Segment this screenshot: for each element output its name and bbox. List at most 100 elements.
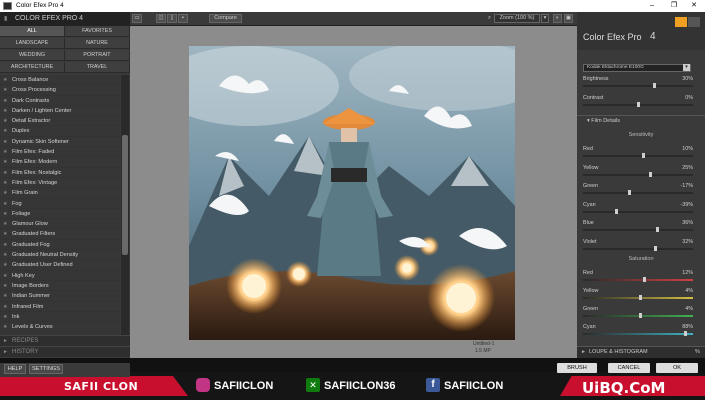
filter-item[interactable]: Graduated Fog: [0, 240, 120, 250]
filter-item[interactable]: Glamour Glow: [0, 219, 120, 230]
filter-item[interactable]: Infrared Film: [0, 302, 120, 312]
minimize-button[interactable]: –: [641, 0, 663, 12]
filter-item[interactable]: Film Efex: Modern: [0, 157, 120, 168]
category-portrait[interactable]: PORTRAIT: [65, 50, 130, 61]
filter-item[interactable]: Levels & Curves: [0, 322, 120, 333]
side-by-side-button[interactable]: ▯: [167, 14, 177, 23]
adjust-slider[interactable]: Violet 32%: [583, 239, 693, 253]
slider-knob[interactable]: [636, 102, 640, 107]
category-travel[interactable]: TRAVEL: [65, 62, 130, 73]
adjust-slider[interactable]: Cyan -39%: [583, 202, 693, 216]
preview-image[interactable]: [189, 46, 515, 340]
filter-item[interactable]: Detail Extractor: [0, 116, 120, 127]
zoom-icon: ⌕: [488, 15, 492, 21]
maximize-button[interactable]: ❐: [663, 0, 685, 12]
filter-item[interactable]: Film Efex: Faded: [0, 147, 120, 158]
slider-knob[interactable]: [641, 153, 645, 158]
filter-item[interactable]: Graduated Filters: [0, 229, 120, 240]
panel-toggle-icon[interactable]: [688, 17, 700, 27]
slider-knob[interactable]: [652, 83, 656, 88]
contrast-slider[interactable]: Contrast 0%: [583, 95, 693, 109]
slider-track[interactable]: [583, 173, 693, 176]
adjust-slider[interactable]: Yellow 25%: [583, 165, 693, 179]
sensitivity-heading: Sensitivity: [628, 132, 654, 138]
filter-list-scrollbar[interactable]: [121, 75, 129, 347]
slider-knob[interactable]: [615, 208, 619, 214]
filter-item[interactable]: Foliage: [0, 209, 120, 219]
filter-item[interactable]: Darken / Lighten Center: [0, 106, 120, 116]
category-architecture[interactable]: ARCHITECTURE: [0, 62, 65, 73]
filter-item[interactable]: Dark Contrasts: [0, 96, 120, 106]
cancel-button[interactable]: CANCEL: [608, 363, 650, 373]
help-button[interactable]: HELP: [4, 364, 26, 374]
ok-button[interactable]: OK: [656, 363, 698, 373]
filter-item[interactable]: Cross Processing: [0, 85, 120, 96]
slider-track[interactable]: [583, 247, 693, 250]
slider-track[interactable]: [583, 229, 693, 231]
category-favorites[interactable]: FAVORITES: [65, 26, 130, 37]
banner-name: SAFII CLON: [64, 380, 139, 393]
filter-item[interactable]: Indian Summer: [0, 291, 120, 302]
filter-item[interactable]: Dynamic Skin Softener: [0, 137, 120, 147]
adjust-slider[interactable]: Yellow 4%: [583, 288, 693, 302]
adjust-slider[interactable]: Cyan 88%: [583, 324, 693, 338]
filter-item[interactable]: Graduated User Defined: [0, 260, 120, 271]
slider-track[interactable]: [583, 155, 693, 157]
film-details-toggle[interactable]: ▾ Film Details: [587, 118, 620, 124]
filter-item[interactable]: Graduated Neutral Density: [0, 250, 120, 261]
slider-knob[interactable]: [627, 190, 631, 195]
history-section[interactable]: ► HISTORY: [0, 346, 130, 357]
category-all[interactable]: ALL: [0, 26, 65, 37]
filter-item[interactable]: Film Grain: [0, 188, 120, 199]
category-nature[interactable]: NATURE: [65, 38, 130, 49]
background-color-button[interactable]: ▪: [178, 14, 188, 23]
brightness-slider[interactable]: Brightness 30%: [583, 76, 693, 90]
slider-track[interactable]: [583, 192, 693, 194]
slider-knob[interactable]: [649, 171, 653, 177]
loupe-section[interactable]: ► LOUPE & HISTOGRAM %: [577, 346, 705, 358]
slider-knob[interactable]: [653, 245, 657, 251]
slider-knob[interactable]: [683, 331, 687, 336]
filter-item[interactable]: Image Borders: [0, 281, 120, 292]
compare-button[interactable]: Compare: [209, 14, 242, 23]
adjust-slider[interactable]: Red 10%: [583, 146, 693, 160]
film-type-select[interactable]: Kodak Ektachrome E100G: [583, 64, 691, 72]
filter-item[interactable]: Film Efex: Nostalgic: [0, 168, 120, 178]
adjust-slider[interactable]: Green 4%: [583, 306, 693, 320]
adjust-slider[interactable]: Red 12%: [583, 270, 693, 284]
adjust-slider[interactable]: Green -17%: [583, 183, 693, 197]
slider-track[interactable]: [583, 85, 693, 87]
category-landscape[interactable]: LANDSCAPE: [0, 38, 65, 49]
filter-item[interactable]: Ink: [0, 312, 120, 322]
brush-button[interactable]: BRUSH: [557, 363, 597, 373]
split-view-button[interactable]: ◫: [156, 14, 166, 23]
dropdown-arrow-icon[interactable]: ▾: [683, 64, 690, 71]
adjust-slider[interactable]: Blue 36%: [583, 220, 693, 234]
category-wedding[interactable]: WEDDING: [0, 50, 65, 61]
filter-item[interactable]: Film Efex: Vintage: [0, 178, 120, 189]
filter-item[interactable]: Duplex: [0, 126, 120, 137]
slider-track[interactable]: [583, 279, 693, 281]
recipes-section[interactable]: ► RECIPES: [0, 335, 130, 346]
slider-knob[interactable]: [638, 295, 642, 300]
single-view-button[interactable]: ▭: [132, 14, 142, 23]
background-brightness-icon[interactable]: ◐: [553, 14, 562, 23]
slider-label: Green: [583, 306, 598, 312]
settings-button[interactable]: SETTINGS: [29, 364, 63, 374]
filter-item[interactable]: High Key: [0, 271, 120, 281]
close-button[interactable]: ✕: [683, 0, 705, 12]
filter-list: Cross Balance Cross Processing Dark Cont…: [0, 75, 120, 347]
slider-knob[interactable]: [638, 313, 642, 318]
loupe-toggle-icon[interactable]: ▣: [564, 14, 573, 23]
slider-track[interactable]: [583, 333, 693, 335]
zoom-select[interactable]: Zoom (100 %): [494, 14, 540, 23]
scrollbar-thumb[interactable]: [122, 135, 128, 255]
filter-item[interactable]: Cross Balance: [0, 75, 120, 86]
slider-label: Cyan: [583, 324, 596, 330]
slider-knob[interactable]: [642, 277, 646, 282]
zoom-dropdown-icon[interactable]: ▾: [541, 14, 549, 23]
slider-label: Yellow: [583, 288, 599, 294]
slider-track[interactable]: [583, 210, 693, 213]
filter-item[interactable]: Fog: [0, 199, 120, 209]
slider-knob[interactable]: [655, 227, 659, 232]
